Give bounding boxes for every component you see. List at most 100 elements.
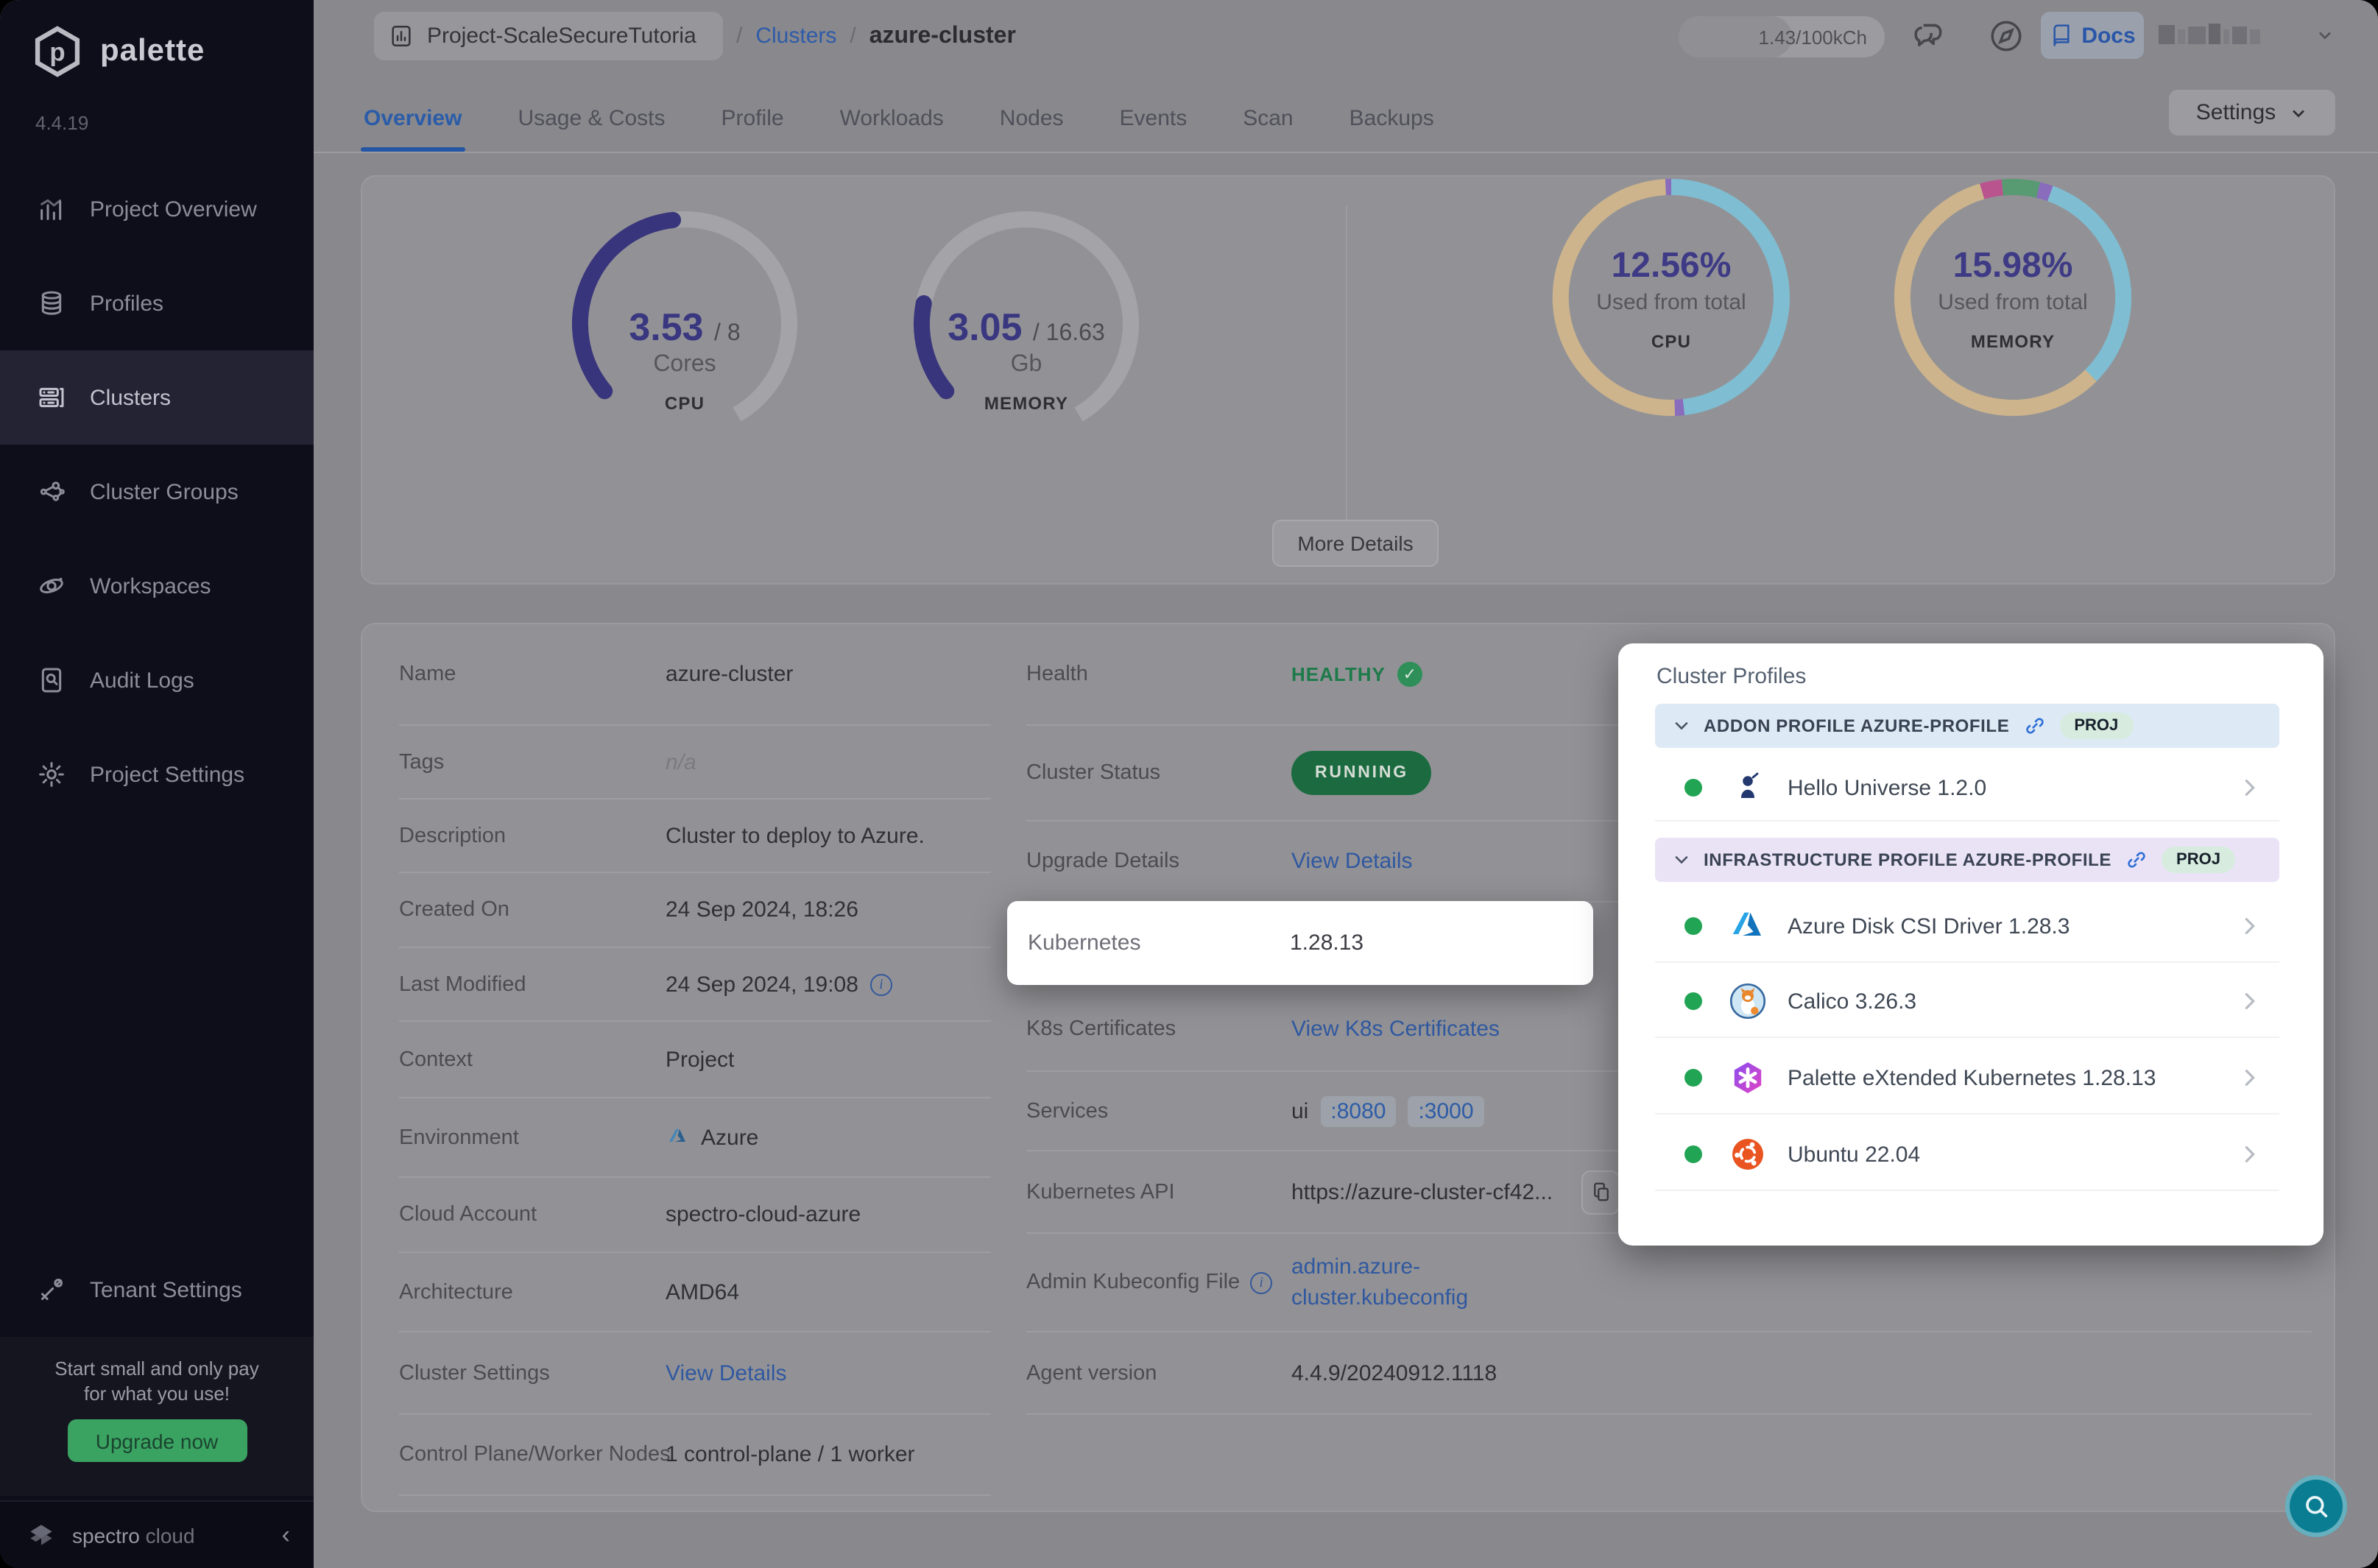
profile-layer-calico-3-26-3[interactable]: Calico 3.26.3 xyxy=(1655,966,2279,1038)
more-details-button[interactable]: More Details xyxy=(1272,520,1439,567)
kubernetes-label: Kubernetes xyxy=(1028,930,1141,956)
detail-label: Services xyxy=(1026,1099,1109,1123)
bar-chart-icon xyxy=(35,193,68,225)
user-menu-redacted[interactable] xyxy=(2159,24,2260,44)
sidebar-item-clusters[interactable]: Clusters xyxy=(0,350,314,445)
tab-scan[interactable]: Scan xyxy=(1240,86,1296,149)
brand-name: palette xyxy=(100,34,205,68)
profile-layer-ubuntu-22-04[interactable]: Ubuntu 22.04 xyxy=(1655,1119,2279,1191)
sidebar-item-label: Audit Logs xyxy=(90,668,194,693)
settings-button[interactable]: Settings xyxy=(2169,90,2335,135)
sidebar-collapse-button[interactable]: ‹ xyxy=(282,1522,290,1547)
detail-value: Cluster to deploy to Azure. xyxy=(666,823,925,848)
info-icon[interactable]: i xyxy=(869,973,892,995)
sidebar-footer: spectro cloud ‹ xyxy=(0,1500,314,1568)
sidebar-item-label: Profiles xyxy=(90,291,164,316)
sidebar-item-tenant-settings[interactable]: Tenant Settings xyxy=(0,1243,314,1337)
card-divider xyxy=(1346,206,1347,557)
tab-backups[interactable]: Backups xyxy=(1347,86,1437,149)
detail-label: Last Modified xyxy=(399,972,526,996)
calico-icon xyxy=(1729,982,1767,1020)
proj-badge: PROJ xyxy=(2162,847,2235,873)
link-view-details[interactable]: View Details xyxy=(666,1360,787,1385)
profile-layer-azure-disk-csi-driver-1-28-3[interactable]: Azure Disk CSI Driver 1.28.3 xyxy=(1655,891,2279,963)
sidebar-item-project-overview[interactable]: Project Overview xyxy=(0,162,314,256)
cluster-tabs-bar: Overview Usage & Costs Profile Workloads Nod… xyxy=(314,84,2378,153)
link-icon xyxy=(2022,714,2046,738)
project-chart-icon xyxy=(389,24,414,49)
tab-overview[interactable]: Overview xyxy=(361,86,465,151)
profile-layer-hello-universe-1-2-0[interactable]: Hello Universe 1.2.0 xyxy=(1655,755,2279,822)
search-icon xyxy=(2301,1491,2331,1521)
detail-label: K8s Certificates xyxy=(1026,1017,1176,1041)
chevron-right-icon xyxy=(2238,989,2262,1013)
detail-value: HEALTHY ✓ xyxy=(1291,662,1422,687)
link-view-k8s-certificates[interactable]: View K8s Certificates xyxy=(1291,1017,1500,1042)
memory-gauge-caption: MEMORY xyxy=(984,393,1069,414)
sidebar-item-project-settings[interactable]: Project Settings xyxy=(0,727,314,822)
kubeconfig-download-link[interactable]: admin.azure-cluster.kubeconfig xyxy=(1291,1251,1468,1313)
sidebar-item-cluster-groups[interactable]: Cluster Groups xyxy=(0,445,314,539)
cpu-gauge-value: 3.53 / 8 xyxy=(629,305,741,349)
upgrade-promo: Start small and only pay for what you use… xyxy=(0,1337,314,1496)
layers-icon xyxy=(35,287,68,319)
docs-button[interactable]: Docs xyxy=(2041,12,2144,59)
sidebar-item-label: Clusters xyxy=(90,385,172,410)
tab-workloads[interactable]: Workloads xyxy=(837,86,947,149)
detail-row-tags: Tags n/a xyxy=(399,726,991,799)
sidebar-item-workspaces[interactable]: Workspaces xyxy=(0,539,314,633)
book-icon xyxy=(2049,24,2072,47)
profile-section-infrastructure-profile-azure-profile[interactable]: INFRASTRUCTURE PROFILE AZURE-PROFILE PRO… xyxy=(1655,838,2279,882)
link-view-details[interactable]: View Details xyxy=(1291,849,1413,874)
tab-profile[interactable]: Profile xyxy=(719,86,787,149)
tab-events[interactable]: Events xyxy=(1117,86,1190,149)
kubernetes-version-row-highlight: Kubernetes 1.28.13 xyxy=(1007,901,1593,985)
chat-icon[interactable] xyxy=(1911,18,1948,54)
profile-section-addon-profile-azure-profile[interactable]: ADDON PROFILE AZURE-PROFILE PROJ xyxy=(1655,704,2279,748)
proj-badge: PROJ xyxy=(2059,713,2134,739)
tab-nodes[interactable]: Nodes xyxy=(997,86,1067,149)
network-icon xyxy=(35,476,68,508)
status-dot-green xyxy=(1684,1145,1702,1163)
detail-value: ui:8080:3000 xyxy=(1291,1095,1484,1126)
tools-icon xyxy=(35,1274,68,1306)
breadcrumb-clusters-link[interactable]: Clusters xyxy=(755,24,836,49)
sidebar: p palette 4.4.19 Project Overview Profil… xyxy=(0,0,314,1568)
breadcrumb-project-pill[interactable]: Project-ScaleSecureTutoria xyxy=(374,12,723,60)
info-icon[interactable]: i xyxy=(1250,1271,1273,1293)
memory-used-donut-caption: MEMORY xyxy=(1970,331,2056,352)
breadcrumb: / Clusters / azure-cluster xyxy=(736,23,1016,49)
service-port-link[interactable]: :8080 xyxy=(1320,1095,1397,1126)
search-fab-button[interactable] xyxy=(2285,1475,2347,1537)
service-port-link[interactable]: :3000 xyxy=(1408,1095,1484,1126)
user-menu-chevron-down-icon[interactable] xyxy=(2315,25,2335,46)
detail-value: 24 Sep 2024, 18:26 xyxy=(666,897,858,922)
health-status-text: HEALTHY xyxy=(1291,663,1386,685)
palette-logo-icon: p xyxy=(29,24,85,80)
sidebar-item-audit-logs[interactable]: Audit Logs xyxy=(0,633,314,727)
upgrade-now-button[interactable]: Upgrade now xyxy=(67,1419,247,1462)
app-version: 4.4.19 xyxy=(35,112,89,134)
cpu-used-donut-sublabel: Used from total xyxy=(1596,290,1746,315)
memory-gauge-value: 3.05 / 16.63 xyxy=(948,305,1105,349)
detail-row-cluster-settings: Cluster Settings View Details xyxy=(399,1332,991,1415)
compass-icon[interactable] xyxy=(1988,18,2025,54)
sidebar-item-label: Project Overview xyxy=(90,197,257,222)
hello-universe-icon xyxy=(1729,769,1767,807)
sidebar-item-label: Cluster Groups xyxy=(90,479,239,504)
cpu-gauge: 3.53 / 8 Cores CPU xyxy=(560,199,810,449)
status-dot-green xyxy=(1684,1069,1702,1087)
detail-row-name: Name azure-cluster xyxy=(399,624,991,726)
copy-api-url-button[interactable] xyxy=(1581,1170,1620,1214)
detail-label: Context xyxy=(399,1048,473,1071)
sidebar-item-label: Tenant Settings xyxy=(90,1277,242,1302)
memory-gauge: 3.05 / 16.63 Gb MEMORY xyxy=(901,199,1151,449)
sidebar-nav-tenant: Tenant Settings xyxy=(0,1243,314,1337)
detail-label: Cloud Account xyxy=(399,1203,537,1226)
detail-label: Health xyxy=(1026,663,1088,686)
cluster-profiles-title: Cluster Profiles xyxy=(1657,664,1807,689)
cluster-profiles-panel: Cluster Profiles ADDON PROFILE AZURE-PRO… xyxy=(1618,643,2324,1246)
sidebar-item-profiles[interactable]: Profiles xyxy=(0,256,314,350)
profile-layer-palette-extended-kubernetes-1-28-13[interactable]: Palette eXtended Kubernetes 1.28.13 xyxy=(1655,1042,2279,1115)
tab-usage-costs[interactable]: Usage & Costs xyxy=(515,86,668,149)
